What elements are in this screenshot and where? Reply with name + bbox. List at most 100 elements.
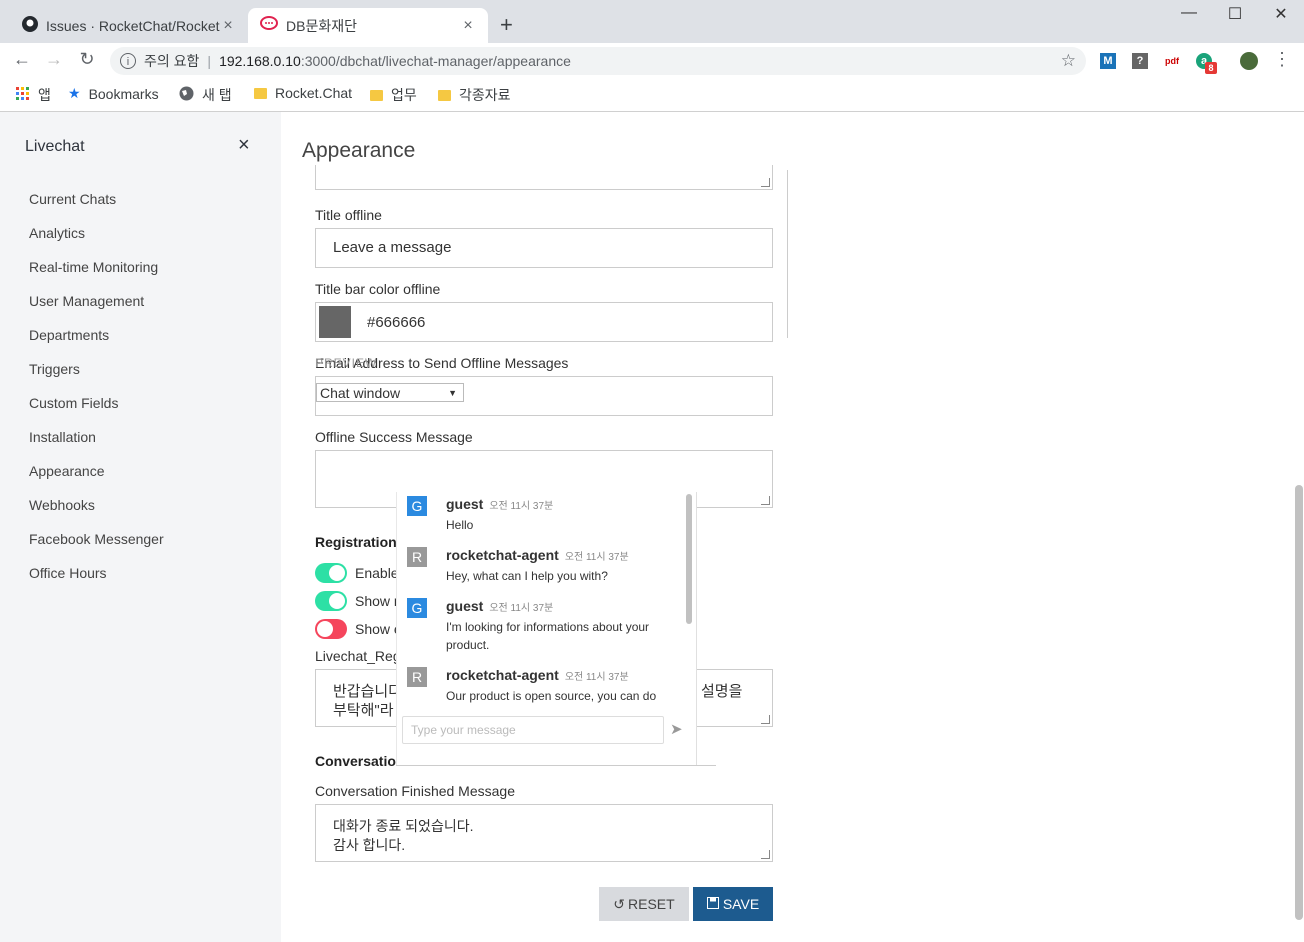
bookmark-label: 새 탭 <box>202 87 232 103</box>
toggle-show-email-label: Show e <box>355 621 402 637</box>
toggle-show-name[interactable] <box>315 591 347 611</box>
title-offline-input[interactable]: Leave a message <box>315 228 773 268</box>
extension-pdf-icon[interactable]: pdf <box>1164 53 1180 69</box>
security-warning: 주의 요함 <box>144 53 200 69</box>
bookmark-star-icon[interactable]: ☆ <box>1061 51 1076 71</box>
bookmark-label: Rocket.Chat <box>275 85 353 101</box>
sidebar-item-user-management[interactable]: User Management <box>29 293 144 309</box>
forward-arrow-icon[interactable]: → <box>42 49 66 70</box>
folder-icon <box>370 89 383 101</box>
sidebar-item-departments[interactable]: Departments <box>29 327 109 343</box>
back-arrow-icon[interactable]: ← <box>10 49 34 70</box>
avatar: G <box>407 496 427 516</box>
bookmarks-bar: 앱 ★ Bookmarks 새 탭 Rocket.Chat 업무 각종자료 <box>0 79 1304 112</box>
browser-toolbar: ← → ↻ i 주의 요함 | 192.168.0.10 :3000/dbcha… <box>0 43 1304 79</box>
avatar: G <box>407 598 427 618</box>
message-time: 오전 11시 37분 <box>564 552 629 563</box>
sidebar-item-analytics[interactable]: Analytics <box>29 225 85 241</box>
extension-help-icon[interactable]: ? <box>1132 53 1148 69</box>
author-name: rocketchat-agent <box>446 667 559 683</box>
sidebar-item-webhooks[interactable]: Webhooks <box>29 497 95 513</box>
profile-avatar[interactable] <box>1240 52 1258 70</box>
sidebar-close-icon[interactable]: × <box>238 134 250 157</box>
previous-textarea[interactable] <box>315 165 773 190</box>
address-separator: | <box>207 53 212 69</box>
conversation-finished-label: Conversation Finished Message <box>315 783 515 799</box>
author-name: guest <box>446 496 484 512</box>
tab-close-icon[interactable]: × <box>460 17 476 35</box>
toggle-show-email[interactable] <box>315 619 347 639</box>
textarea-line: 반갑습니다 <box>333 683 403 700</box>
sidebar-item-facebook-messenger[interactable]: Facebook Messenger <box>29 531 164 547</box>
message-author: rocketchat-agent 오전 11시 37분 <box>446 547 629 563</box>
preview-divider <box>787 170 788 338</box>
browser-tab-bar: Issues · RocketChat/Rocket. × DB문화재단 × +… <box>0 0 1304 43</box>
sidebar-item-current-chats[interactable]: Current Chats <box>29 191 116 207</box>
select-value: Chat window <box>320 384 401 401</box>
toggle-show-name-label: Show n <box>355 593 402 609</box>
bookmark-bookmarks[interactable]: ★ Bookmarks <box>68 85 159 102</box>
bookmark-new-tab[interactable]: 새 탭 <box>179 85 232 105</box>
tab-issues[interactable]: Issues · RocketChat/Rocket. × <box>10 8 248 43</box>
save-button[interactable]: SAVE <box>693 887 773 921</box>
dropdown-caret-icon: ▼ <box>448 387 457 398</box>
preview-mode-select[interactable]: Chat window ▼ <box>316 383 464 402</box>
github-icon <box>22 16 38 35</box>
bookmark-rocketchat[interactable]: Rocket.Chat <box>254 85 352 101</box>
bookmark-apps[interactable]: 앱 <box>16 85 51 105</box>
chat-message-input[interactable]: Type your message <box>402 716 664 744</box>
message-text: Hey, what can I help you with? <box>446 569 608 583</box>
tab-close-icon[interactable]: × <box>220 17 236 35</box>
sidebar-item-installation[interactable]: Installation <box>29 429 96 445</box>
message-text: Our product is open source, you can do <box>446 689 657 703</box>
message-text: I'm looking for informations about your … <box>446 620 650 652</box>
color-swatch[interactable] <box>319 306 351 338</box>
title-bar-color-input[interactable]: #666666 <box>315 302 773 342</box>
maximize-button[interactable]: ☐ <box>1212 4 1258 24</box>
tab-title: DB문화재단 <box>286 17 357 34</box>
folder-icon <box>438 89 451 101</box>
message-author: guest 오전 11시 37분 <box>446 496 553 512</box>
sidebar-item-triggers[interactable]: Triggers <box>29 361 80 377</box>
tab-title: Issues · RocketChat/Rocket. <box>46 17 220 34</box>
chat-bottom-border <box>396 765 716 766</box>
bookmark-label: Bookmarks <box>88 85 159 102</box>
new-tab-button[interactable]: + <box>500 12 513 38</box>
bookmark-label: 업무 <box>391 87 417 103</box>
sidebar-item-realtime-monitoring[interactable]: Real-time Monitoring <box>29 259 158 275</box>
address-bar[interactable]: i 주의 요함 | 192.168.0.10 :3000/dbchat/live… <box>110 47 1086 75</box>
chat-scrollbar[interactable] <box>686 494 692 624</box>
reload-icon[interactable]: ↻ <box>75 49 99 70</box>
registration-heading: Registration <box>315 534 397 550</box>
message-time: 오전 11시 37분 <box>564 672 629 683</box>
bookmark-resources[interactable]: 각종자료 <box>438 85 511 105</box>
toggle-enable[interactable] <box>315 563 347 583</box>
page-scrollbar[interactable] <box>1295 485 1303 920</box>
tab-dbchat[interactable]: DB문화재단 × <box>248 8 488 43</box>
message-author: rocketchat-agent 오전 11시 37분 <box>446 667 629 683</box>
conversation-finished-textarea[interactable]: 대화가 종료 되었습니다. 감사 합니다. <box>315 804 773 862</box>
info-icon[interactable]: i <box>120 53 136 69</box>
textarea-line: 대화가 종료 되었습니다. <box>333 818 474 834</box>
bookmark-label: 각종자료 <box>459 87 511 103</box>
sidebar-title: Livechat <box>25 138 85 155</box>
conversation-heading: Conversation <box>315 753 405 769</box>
apps-grid-icon <box>16 86 30 104</box>
avatar: R <box>407 547 427 567</box>
sidebar-item-custom-fields[interactable]: Custom Fields <box>29 395 118 411</box>
send-icon[interactable]: ➤ <box>670 720 683 738</box>
title-bar-color-label: Title bar color offline <box>315 281 441 297</box>
reset-label: RESET <box>628 896 675 912</box>
bookmark-work[interactable]: 업무 <box>370 85 417 105</box>
rocketchat-icon <box>260 16 278 35</box>
menu-dots-icon[interactable]: ⋮ <box>1270 49 1294 70</box>
toggle-enable-label: Enable <box>355 565 399 581</box>
close-window-button[interactable]: ✕ <box>1258 4 1304 24</box>
extension-m-icon[interactable]: M <box>1100 53 1116 69</box>
preview-label: PREVIEW <box>315 356 378 370</box>
resize-grip-icon <box>761 850 770 859</box>
reset-button[interactable]: ↺ RESET <box>599 887 689 921</box>
sidebar-item-office-hours[interactable]: Office Hours <box>29 565 107 581</box>
minimize-button[interactable]: — <box>1166 4 1212 22</box>
sidebar-item-appearance[interactable]: Appearance <box>29 463 105 479</box>
